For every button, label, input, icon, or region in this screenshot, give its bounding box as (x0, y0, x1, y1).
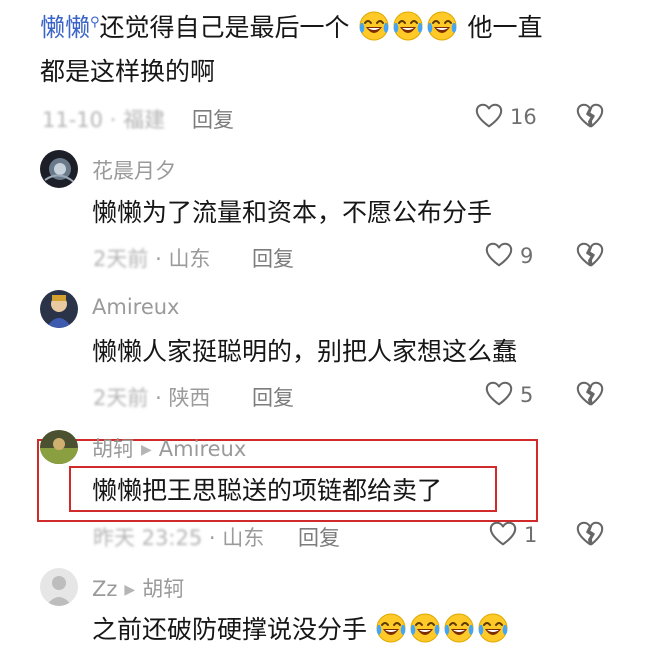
reply-button[interactable]: 回复 (192, 104, 234, 134)
comment-text: 懒懒为了流量和资本，不愿公布分手 (92, 198, 493, 227)
reply-button[interactable]: 回复 (252, 243, 294, 273)
avatar[interactable] (40, 430, 78, 464)
reply-to-username[interactable]: Amireux (159, 437, 247, 461)
meta-separator: · (109, 108, 117, 132)
comment-text-line2: 都是这样换的啊 (40, 57, 216, 86)
username-line: 胡轲 ▶ Amireux (92, 433, 246, 463)
like-count: 9 (520, 244, 534, 268)
comment-meta: 昨天 23:25 · 山东 (93, 522, 264, 552)
comment-location: 山东 (222, 526, 265, 550)
reply-button[interactable]: 回复 (298, 522, 340, 552)
laugh-cry-emoji (443, 615, 477, 644)
username[interactable]: 花晨月夕 (92, 155, 176, 185)
comment-text-body: 之前还破防硬撑说没分手 (92, 615, 368, 644)
broken-heart-icon[interactable] (575, 519, 605, 549)
comment-meta: 2天前 · 山东 (93, 243, 210, 273)
comment-text: 懒懒把王思聪送的项链都给卖了 (92, 476, 443, 505)
comment-date: 昨天 23:25 (93, 526, 203, 550)
username[interactable]: 胡轲 (92, 437, 134, 461)
laugh-cry-emoji (409, 615, 443, 644)
reply-arrow-icon: ▶ (141, 442, 152, 458)
like-count: 16 (510, 105, 537, 129)
laugh-cry-emoji (375, 615, 409, 644)
like-count: 5 (520, 383, 534, 407)
avatar[interactable] (40, 568, 78, 606)
username[interactable]: Zz (92, 577, 117, 601)
heart-icon[interactable] (474, 101, 504, 131)
laugh-cry-emoji (426, 13, 460, 42)
comment-meta: 11-10 · 福建 (42, 104, 165, 134)
meta-separator: · (155, 247, 162, 271)
comment-location: 福建 (123, 108, 166, 132)
avatar[interactable] (40, 150, 78, 188)
laugh-cry-emoji (477, 615, 511, 644)
like-count: 1 (524, 523, 538, 547)
comment-location: 山东 (168, 247, 211, 271)
broken-heart-icon[interactable] (575, 101, 605, 131)
meta-separator: · (208, 526, 216, 550)
comment-text: 之前还破防硬撑说没分手 (92, 612, 511, 647)
comment-text-line1: 懒懒⚲还觉得自己是最后一个 他一直 (40, 10, 542, 50)
heart-icon[interactable] (484, 379, 514, 409)
heart-icon[interactable] (484, 240, 514, 270)
avatar[interactable] (40, 290, 78, 328)
broken-heart-icon[interactable] (575, 379, 605, 409)
laugh-cry-emoji (358, 13, 392, 42)
comment-date: 2天前 (93, 386, 149, 410)
comment-date: 11-10 (42, 108, 104, 132)
comment-text: 还觉得自己是最后一个 (99, 13, 350, 42)
comment-date: 2天前 (93, 247, 149, 271)
heart-icon[interactable] (488, 519, 518, 549)
laugh-cry-emoji (392, 13, 426, 42)
username-line: Zz ▶ 胡轲 (92, 573, 184, 603)
username[interactable]: Amireux (92, 295, 180, 319)
search-icon[interactable]: ⚲ (90, 15, 100, 30)
meta-separator: · (155, 386, 162, 410)
reply-arrow-icon: ▶ (124, 582, 136, 598)
comment-text-tail: 他一直 (467, 13, 543, 42)
comment-meta: 2天前 · 陕西 (93, 382, 210, 412)
reply-to-username[interactable]: 胡轲 (142, 577, 184, 601)
reply-button[interactable]: 回复 (252, 382, 294, 412)
comment-location: 陕西 (168, 386, 211, 410)
broken-heart-icon[interactable] (575, 240, 605, 270)
mention-user[interactable]: 懒懒 (40, 13, 90, 42)
comment-text: 懒懒人家挺聪明的，别把人家想这么蠢 (92, 337, 518, 366)
